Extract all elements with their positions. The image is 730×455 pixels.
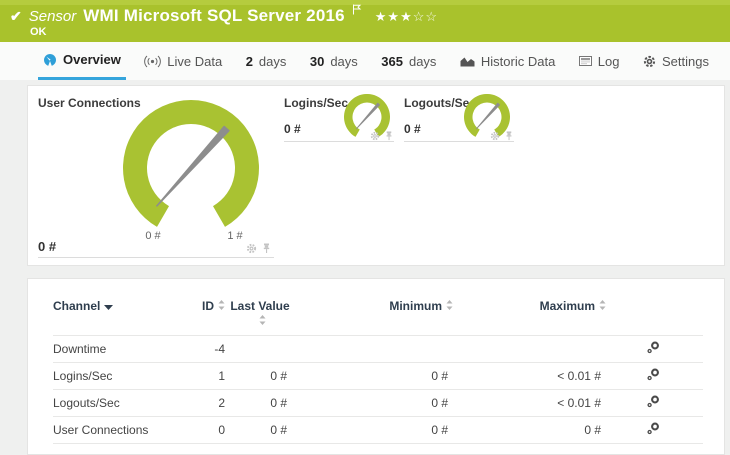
sensor-title: WMI Microsoft SQL Server 2016 bbox=[83, 6, 345, 25]
gauge-pin-icon[interactable] bbox=[261, 243, 272, 254]
channel-minimum: 0 # bbox=[431, 423, 448, 437]
stars-filled: ★★★ bbox=[374, 9, 413, 24]
gauge-settings-icon[interactable] bbox=[246, 243, 257, 254]
tab-365-days-number: 365 bbox=[381, 53, 403, 69]
object-kind-label: Sensor bbox=[28, 8, 77, 25]
column-header-minimum-label: Minimum bbox=[389, 299, 442, 313]
tab-settings-label: Settings bbox=[661, 53, 709, 69]
sort-icon bbox=[599, 299, 606, 313]
channel-last-value: 0 # bbox=[270, 396, 287, 410]
gauge-settings-icon[interactable] bbox=[370, 131, 380, 141]
tab-log[interactable]: Log bbox=[574, 42, 625, 80]
gauge-min-label: 0 # bbox=[145, 230, 161, 242]
channel-name: Logins/Sec bbox=[53, 369, 113, 383]
tab-historic-data-label: Historic Data bbox=[480, 53, 556, 69]
column-header-id-label: ID bbox=[202, 299, 214, 313]
status-bar-highlight bbox=[0, 0, 730, 5]
channel-name: Logouts/Sec bbox=[53, 396, 120, 410]
tab-overview-label: Overview bbox=[63, 52, 121, 67]
live-data-icon bbox=[144, 55, 162, 67]
column-header-id[interactable]: ID bbox=[193, 291, 225, 336]
gauge-settings-icon[interactable] bbox=[490, 131, 500, 141]
sensor-status-bar: ✔ Sensor WMI Microsoft SQL Server 2016 ★… bbox=[0, 0, 730, 42]
status-check-icon: ✔ bbox=[10, 8, 22, 24]
channel-maximum: < 0.01 # bbox=[557, 369, 601, 383]
tab-30-days[interactable]: 30 days bbox=[305, 42, 363, 80]
channel-maximum: 0 # bbox=[584, 423, 601, 437]
gauge-max-label: 1 # bbox=[227, 230, 243, 242]
gauge-value: 0 # bbox=[404, 122, 421, 136]
channels-panel: Channel ID Last Value Minimum Maximum Do… bbox=[27, 278, 725, 455]
channel-minimum bbox=[295, 336, 453, 363]
sort-icon bbox=[259, 314, 266, 329]
stars-empty: ☆☆ bbox=[412, 9, 439, 24]
gauge-widget-logins: Logins/Sec 0 # bbox=[284, 94, 394, 142]
sort-icon bbox=[446, 299, 453, 313]
column-header-maximum-label: Maximum bbox=[539, 299, 595, 313]
table-row-user-connections: User Connections 0 0 # 0 # 0 # bbox=[53, 417, 703, 444]
channel-settings-icon[interactable] bbox=[646, 368, 660, 381]
gauge-widget-user-connections: User Connections 0 # 1 # 0 # bbox=[38, 94, 274, 258]
column-header-last-value-label: Last Value bbox=[230, 299, 290, 313]
channel-settings-icon[interactable] bbox=[646, 422, 660, 435]
priority-stars[interactable]: ★★★☆☆ bbox=[375, 9, 438, 25]
gauge-title: Logins/Sec bbox=[284, 96, 349, 110]
channel-maximum bbox=[453, 336, 606, 363]
channel-name: User Connections bbox=[53, 423, 149, 437]
tab-bar: Overview Live Data 2 days 30 days 365 da… bbox=[0, 42, 730, 80]
tab-log-label: Log bbox=[597, 53, 620, 69]
gear-icon bbox=[643, 55, 656, 67]
tab-30-days-label: days bbox=[330, 53, 358, 69]
table-row-downtime: Downtime -4 bbox=[53, 336, 703, 363]
table-row-logouts: Logouts/Sec 2 0 # 0 # < 0.01 # bbox=[53, 390, 703, 417]
channel-id: -4 bbox=[214, 342, 225, 356]
gauge-icon bbox=[44, 53, 57, 67]
gauge-value: 0 # bbox=[38, 239, 57, 254]
column-header-channel[interactable]: Channel bbox=[53, 291, 193, 336]
channel-last-value: 0 # bbox=[270, 423, 287, 437]
gauge-pin-icon[interactable] bbox=[504, 131, 514, 141]
channel-settings-icon[interactable] bbox=[646, 395, 660, 408]
channel-id: 0 bbox=[218, 423, 225, 437]
channel-minimum: 0 # bbox=[431, 396, 448, 410]
channel-id: 1 bbox=[218, 369, 225, 383]
user-connections-gauge bbox=[123, 100, 259, 227]
table-header-row: Channel ID Last Value Minimum Maximum bbox=[53, 291, 703, 336]
channel-id: 2 bbox=[218, 396, 225, 410]
column-header-channel-label: Channel bbox=[53, 299, 101, 313]
table-row-logins: Logins/Sec 1 0 # 0 # < 0.01 # bbox=[53, 363, 703, 390]
tab-settings[interactable]: Settings bbox=[638, 42, 714, 80]
tab-365-days[interactable]: 365 days bbox=[376, 42, 441, 80]
tab-2-days-label: days bbox=[258, 53, 287, 69]
channel-last-value bbox=[225, 336, 295, 363]
channel-maximum: < 0.01 # bbox=[557, 396, 601, 410]
gauge-widget-logouts: Logouts/Sec 0 # bbox=[404, 94, 514, 142]
tab-2-days[interactable]: 2 days bbox=[241, 42, 292, 80]
tab-live-data-label: Live Data bbox=[167, 53, 223, 69]
column-header-actions bbox=[606, 291, 703, 336]
channels-table: Channel ID Last Value Minimum Maximum Do… bbox=[53, 291, 703, 444]
gauge-value: 0 # bbox=[284, 122, 301, 136]
column-header-maximum[interactable]: Maximum bbox=[453, 291, 606, 336]
tab-live-data[interactable]: Live Data bbox=[139, 42, 227, 80]
tab-30-days-number: 30 bbox=[309, 53, 325, 69]
flag-icon[interactable] bbox=[352, 2, 362, 20]
channel-settings-icon[interactable] bbox=[646, 341, 660, 354]
gauge-pin-icon[interactable] bbox=[384, 131, 394, 141]
column-header-minimum[interactable]: Minimum bbox=[295, 291, 453, 336]
channel-last-value: 0 # bbox=[270, 369, 287, 383]
tab-365-days-label: days bbox=[408, 53, 437, 69]
area-chart-icon bbox=[460, 57, 475, 66]
sort-desc-icon bbox=[104, 299, 114, 313]
channel-name: Downtime bbox=[53, 342, 107, 356]
tab-2-days-number: 2 bbox=[245, 53, 253, 69]
tab-historic-data[interactable]: Historic Data bbox=[455, 42, 560, 80]
gauges-panel: User Connections 0 # 1 # 0 # Logins/Sec … bbox=[27, 85, 725, 266]
channel-minimum: 0 # bbox=[431, 369, 448, 383]
log-icon bbox=[578, 56, 592, 66]
column-header-last-value[interactable]: Last Value bbox=[225, 291, 295, 336]
sensor-status-text: OK bbox=[30, 26, 47, 38]
tab-overview[interactable]: Overview bbox=[38, 42, 126, 80]
sort-icon bbox=[218, 299, 225, 313]
